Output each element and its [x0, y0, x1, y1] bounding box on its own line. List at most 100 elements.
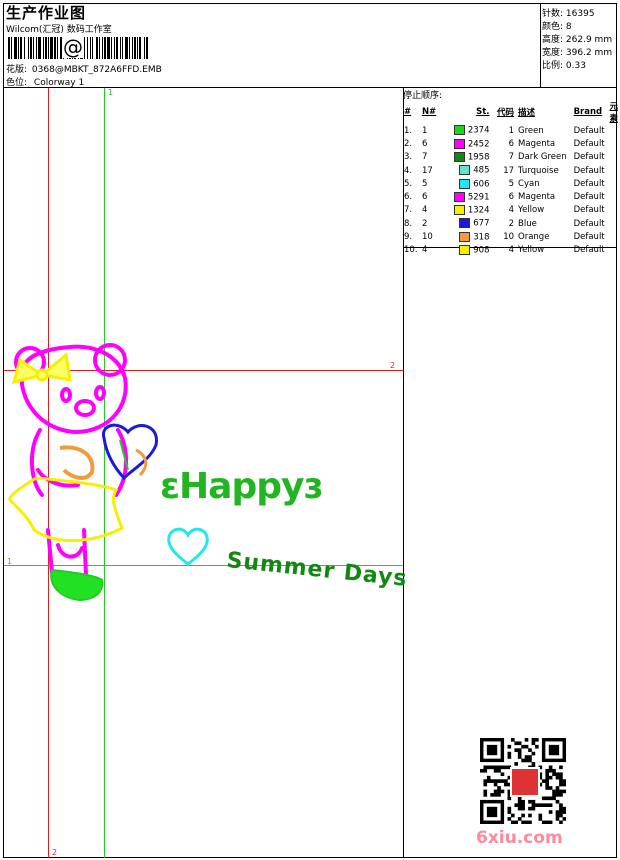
col-index: #	[404, 107, 412, 117]
stop-sequence-table: # N# St. 代码 描述 Brand 元素 1. 1 2374 1 Green Def…	[402, 100, 620, 257]
barcode-char: @	[62, 35, 84, 59]
row-needle: 2	[421, 218, 428, 229]
row-needle: 1	[421, 125, 428, 136]
row-index: 10.	[404, 245, 418, 256]
table-row: 4. 17 485 17 Turquoise Default	[402, 164, 620, 177]
color-swatch	[453, 191, 465, 202]
row-index: 6.	[404, 192, 413, 203]
color-swatch	[459, 165, 471, 176]
stat-scale: 比例: 0.33	[542, 61, 586, 71]
stat-width: 宽度: 396.2 mm	[542, 48, 613, 58]
row-stitches: 5291	[452, 190, 492, 203]
bear-head	[19, 344, 128, 434]
row-description: Yellow	[518, 245, 545, 256]
row-description: Cyan	[518, 178, 540, 189]
row-element	[607, 177, 620, 190]
row-code: 7	[508, 152, 515, 163]
row-element	[607, 244, 620, 257]
table-row: 3. 7 1958 7 Dark Green Default	[402, 151, 620, 164]
row-description: Magenta	[518, 138, 556, 149]
table-row: 1. 1 2374 1 Green Default	[402, 124, 620, 137]
table-row: 5. 5 606 5 Cyan Default	[402, 177, 620, 190]
row-needle: 6	[421, 138, 428, 149]
row-stitches: 1958	[452, 151, 492, 164]
row-element	[607, 190, 620, 203]
bear-heart	[101, 423, 158, 481]
design-file-row: 花版: 0368@MBKT_872A6FFD.EMB	[6, 62, 162, 75]
colorway-value: Colorway 1	[33, 78, 85, 88]
color-swatch	[459, 245, 471, 256]
row-brand: Default	[573, 218, 605, 229]
color-swatch	[459, 218, 471, 229]
design-label: 花版:	[6, 65, 28, 75]
row-code: 1	[508, 125, 515, 136]
col-needle: N#	[421, 107, 437, 117]
bear-arm	[59, 445, 95, 480]
row-brand: Default	[573, 152, 605, 163]
row-brand: Default	[573, 192, 605, 203]
row-code: 17	[503, 165, 515, 176]
table-header-row: # N# St. 代码 描述 Brand 元素	[402, 100, 620, 124]
col-description: 描述	[518, 108, 536, 118]
col-element: 元素	[609, 102, 618, 124]
row-code: 4	[508, 245, 515, 256]
color-swatch	[459, 231, 471, 242]
row-stitches: 1324	[452, 204, 492, 217]
row-index: 5.	[404, 178, 413, 189]
row-needle: 5	[421, 178, 428, 189]
bear-shoes	[50, 568, 104, 602]
row-element	[607, 217, 620, 230]
row-stitches: 485	[452, 164, 492, 177]
guide-label-top: 1	[108, 88, 114, 97]
row-stitches: 2452	[452, 137, 492, 150]
row-stitches: 2374	[452, 124, 492, 137]
bear-embroidery	[8, 343, 158, 602]
row-index: 4.	[404, 165, 413, 176]
row-needle: 6	[421, 192, 428, 203]
row-needle: 4	[421, 205, 428, 216]
colorway-row: 色位: Colorway 1	[6, 75, 84, 88]
cyan-heart	[167, 527, 209, 566]
color-swatch	[459, 178, 471, 189]
guide-label-bottom: 2	[52, 848, 58, 857]
row-description: Blue	[518, 218, 537, 229]
row-element	[607, 151, 620, 164]
row-index: 2.	[404, 138, 413, 149]
row-needle: 4	[421, 245, 428, 256]
row-stitches: 318	[452, 230, 492, 243]
design-file-name: 0368@MBKT_872A6FFD.EMB	[31, 65, 162, 75]
color-swatch	[453, 151, 465, 162]
row-stitches: 677	[452, 217, 492, 230]
stat-colors: 颜色: 8	[542, 22, 572, 32]
row-index: 1.	[404, 125, 413, 136]
row-code: 6	[508, 138, 515, 149]
row-element	[607, 164, 620, 177]
row-index: 9.	[404, 232, 413, 243]
happy-text: ɛHappyɜ	[160, 466, 323, 507]
header-divider	[3, 87, 617, 88]
row-description: Magenta	[518, 192, 556, 203]
stat-stitches: 针数: 16395	[542, 9, 595, 19]
page-title: 生产作业图	[6, 4, 87, 22]
row-description: Green	[518, 125, 544, 136]
row-description: Turquoise	[518, 165, 559, 176]
table-row: 2. 6 2452 6 Magenta Default	[402, 137, 620, 150]
row-brand: Default	[573, 125, 605, 136]
row-element	[607, 137, 620, 150]
color-swatch	[453, 125, 465, 136]
table-row: 9. 10 318 10 Orange Default	[402, 230, 620, 243]
row-description: Orange	[518, 232, 550, 243]
color-swatch	[453, 138, 465, 149]
table-row: 8. 2 677 2 Blue Default	[402, 217, 620, 230]
row-brand: Default	[573, 245, 605, 256]
table-row: 7. 4 1324 4 Yellow Default	[402, 204, 620, 217]
row-index: 8.	[404, 218, 413, 229]
col-brand: Brand	[573, 107, 603, 117]
company-name: Wilcom(汇冠) 数码工作室	[6, 25, 112, 35]
row-element	[607, 230, 620, 243]
row-code: 6	[508, 192, 515, 203]
row-brand: Default	[573, 138, 605, 149]
row-code: 10	[503, 232, 515, 243]
row-code: 5	[508, 178, 515, 189]
row-code: 2	[508, 218, 515, 229]
